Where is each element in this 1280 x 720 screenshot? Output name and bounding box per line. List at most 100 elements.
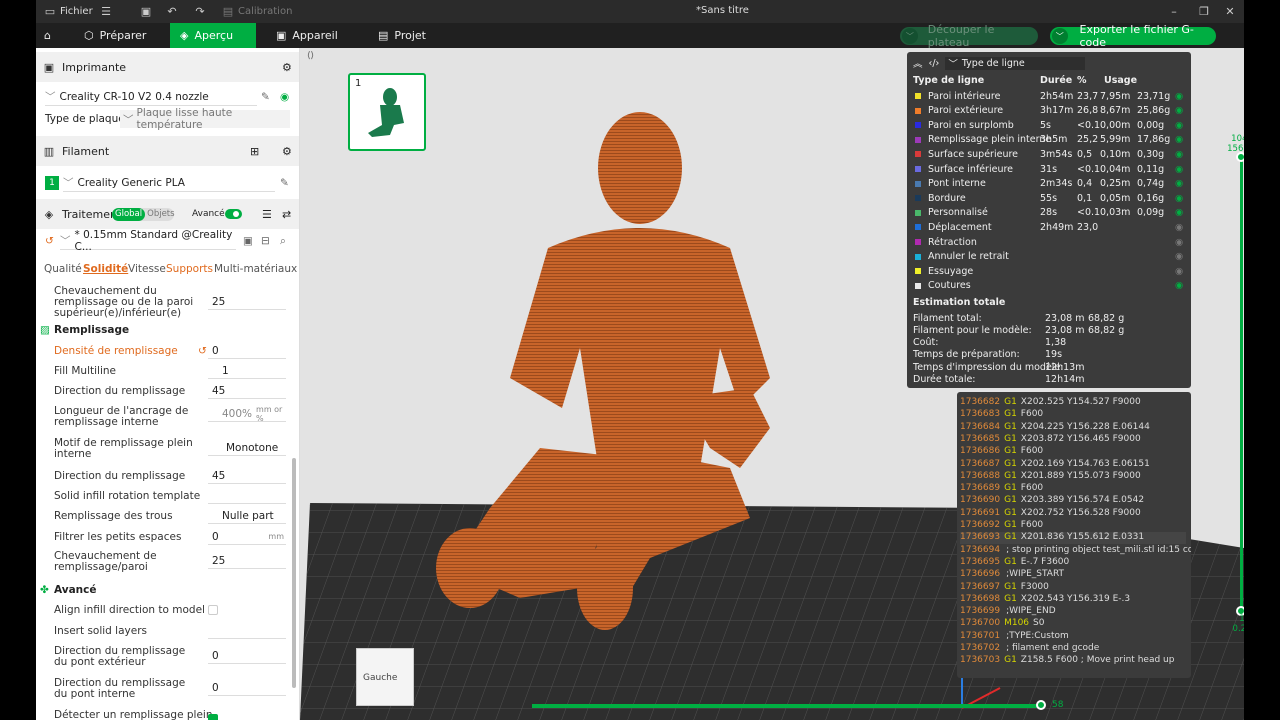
legend-row[interactable]: Rétraction ◉ — [913, 235, 1185, 249]
process-preset-select[interactable]: ﹀ * 0.15mm Standard @Creality C... — [60, 229, 236, 253]
gcode-line[interactable]: 1736700 M106 S0 — [960, 618, 1045, 630]
global-option[interactable]: Global — [112, 207, 146, 221]
printer-select[interactable]: ﹀ Creality CR-10 V2 0.4 nozzle ✎ ◉ — [36, 88, 299, 106]
gcode-line[interactable]: 1736702 ; filament end gcode — [960, 643, 1099, 655]
layer-slider-top-handle[interactable] — [1236, 152, 1244, 162]
legend-row[interactable]: Pont interne 2m34s 0,4 0,25m 0,74g ◉ — [913, 177, 1185, 191]
legend-row[interactable]: Annuler le retrait ◉ — [913, 250, 1185, 264]
redo-button[interactable]: ↷ — [194, 5, 206, 18]
gcode-line[interactable]: 1736686 G1 F600 — [960, 446, 1043, 458]
gcode-line[interactable]: 1736687 G1 X202.169 Y154.763 E.06151 — [960, 459, 1150, 471]
gcode-line[interactable]: 1736703 G1 Z158.5 F600 ; Move print head u… — [960, 655, 1174, 667]
bridge-ext-field[interactable]: 0 — [208, 648, 286, 664]
reset-icon[interactable]: ↺ — [198, 345, 207, 357]
plate-thumbnail[interactable]: 1 — [348, 73, 426, 151]
gcode-line[interactable]: 1736701 ;TYPE:Custom — [960, 631, 1069, 643]
tab-speed[interactable]: Vitesse — [128, 263, 166, 275]
insert-field[interactable] — [208, 623, 286, 639]
legend-row[interactable]: Paroi extérieure 3h17m 26,8 8,67m 25,86g ◉ — [913, 104, 1185, 118]
tab-project[interactable]: ▤ Projet — [368, 23, 436, 48]
calibration-menu[interactable]: ▤ Calibration — [222, 5, 293, 18]
filament-select[interactable]: 1 ﹀ Creality Generic PLA ✎ — [36, 174, 299, 192]
move-slider-track[interactable] — [532, 704, 1044, 708]
save-button[interactable]: ▣ — [140, 5, 152, 18]
tab-preview[interactable]: ◈ Aperçu — [170, 23, 256, 48]
visibility-eye-icon[interactable]: ◉ — [1175, 266, 1183, 277]
visibility-eye-icon[interactable]: ◉ — [1175, 280, 1183, 291]
gcode-line[interactable]: 1736697 G1 F3000 — [960, 582, 1049, 594]
overlap-field[interactable]: 25 — [208, 294, 286, 310]
gcode-line[interactable]: 1736689 G1 F600 — [960, 483, 1043, 495]
tab-supports[interactable]: Supports — [166, 263, 213, 275]
legend-row[interactable]: Paroi en surplomb 5s <0.1 0,00m 0,00g ◉ — [913, 118, 1185, 132]
tab-prepare[interactable]: ⬡ Préparer — [74, 23, 156, 48]
collapse-icon[interactable]: ︽ — [913, 56, 923, 70]
gcode-line[interactable]: 1736695 G1 E-.7 F3600 — [960, 557, 1069, 569]
legend-row[interactable]: Coutures ◉ — [913, 279, 1185, 293]
legend-row[interactable]: Déplacement 2h49m 23,0 ◉ — [913, 220, 1185, 234]
visibility-eye-icon[interactable]: ◉ — [1175, 149, 1183, 160]
detect-checkbox[interactable] — [208, 714, 218, 720]
align-checkbox[interactable] — [208, 605, 218, 615]
close-button[interactable]: ✕ — [1224, 5, 1236, 18]
list-icon[interactable]: ☰ — [262, 208, 272, 221]
layer-slider-track[interactable] — [1240, 156, 1243, 612]
wifi-icon[interactable]: ◉ — [280, 91, 289, 103]
visibility-eye-icon[interactable]: ◉ — [1175, 178, 1183, 189]
export-gcode-button[interactable]: ﹀ Exporter le fichier G-code — [1050, 23, 1216, 49]
gcode-line[interactable]: 1736690 G1 X203.389 Y156.574 E.0542 — [960, 495, 1144, 507]
legend-row[interactable]: Surface inférieure 31s <0.1 0,04m 0,11g ◉ — [913, 162, 1185, 176]
objects-option[interactable]: Objets — [145, 209, 174, 219]
gcode-line[interactable]: 1736693 G1 X201.836 Y155.612 E.0331 — [960, 532, 1186, 545]
advanced-toggle[interactable] — [225, 209, 242, 219]
settings-sliders-icon[interactable]: ⚙ — [282, 145, 292, 158]
tab-device[interactable]: ▣ Appareil — [266, 23, 348, 48]
tab-quality[interactable]: Qualité — [44, 263, 82, 275]
chevron-down-icon[interactable]: ﹀ — [902, 28, 918, 44]
add-filament-icon[interactable]: ⊞ — [250, 145, 259, 158]
wall-overlap-field[interactable]: 25 — [208, 553, 286, 569]
visibility-eye-icon[interactable]: ◉ — [1175, 237, 1183, 248]
edit-icon[interactable]: ✎ — [261, 91, 270, 103]
filter-field[interactable]: 0 mm — [208, 529, 286, 545]
slice-plate-button[interactable]: ﹀ Découper le plateau — [900, 23, 1038, 49]
legend-type-select[interactable]: ﹀ Type de ligne — [945, 56, 1086, 70]
fill-multiline-field[interactable]: 1 — [208, 363, 286, 379]
gcode-line[interactable]: 1736694 ; stop printing object test_mili.… — [960, 545, 1191, 557]
visibility-eye-icon[interactable]: ◉ — [1175, 222, 1183, 233]
code-icon[interactable]: ‹/› — [929, 58, 940, 69]
legend-row[interactable]: Bordure 55s 0,1 0,05m 0,16g ◉ — [913, 191, 1185, 205]
gcode-line[interactable]: 1736684 G1 X204.225 Y156.228 E.06144 — [960, 422, 1150, 434]
save-preset-icon[interactable]: ▣ — [243, 235, 253, 247]
gcode-line[interactable]: 1736683 G1 F600 — [960, 409, 1043, 421]
menu-button[interactable]: ☰ — [100, 5, 112, 18]
gcode-line[interactable]: 1736682 G1 X202.525 Y154.527 F9000 — [960, 397, 1141, 409]
visibility-eye-icon[interactable]: ◉ — [1175, 120, 1183, 131]
gcode-line[interactable]: 1736692 G1 F600 — [960, 520, 1043, 532]
view-cube[interactable]: Gauche — [356, 648, 414, 706]
visibility-eye-icon[interactable]: ◉ — [1175, 193, 1183, 204]
compare-icon[interactable]: ⇄ — [282, 208, 291, 221]
legend-row[interactable]: Remplissage plein interne 3h5m 25,2 5,99m 17… — [913, 133, 1185, 147]
chevron-down-icon[interactable]: ﹀ — [1052, 28, 1068, 44]
rotation-field[interactable] — [208, 488, 286, 504]
collapse-sidebar-button[interactable]: ⟨⟩ — [307, 51, 314, 61]
plate-type-select[interactable]: ﹀ Plaque lisse haute température — [120, 107, 290, 131]
minimize-button[interactable]: – — [1168, 5, 1180, 18]
search-icon[interactable]: ⌕ — [280, 235, 286, 248]
tab-strength[interactable]: Solidité — [83, 263, 128, 275]
maximize-button[interactable]: ❐ — [1198, 5, 1210, 18]
visibility-eye-icon[interactable]: ◉ — [1175, 207, 1183, 218]
density-field[interactable]: 0 — [208, 343, 286, 359]
undo-button[interactable]: ↶ — [166, 5, 178, 18]
visibility-eye-icon[interactable]: ◉ — [1175, 164, 1183, 175]
sidebar-scrollbar[interactable] — [292, 458, 296, 688]
reset-icon[interactable]: ↺ — [45, 235, 54, 247]
visibility-eye-icon[interactable]: ◉ — [1175, 105, 1183, 116]
tab-multimaterial[interactable]: Multi-matériaux — [214, 263, 297, 275]
edit-icon[interactable]: ✎ — [280, 177, 289, 189]
move-slider-handle[interactable] — [1036, 700, 1046, 710]
gcode-line[interactable]: 1736699 ;WIPE_END — [960, 606, 1056, 618]
visibility-eye-icon[interactable]: ◉ — [1175, 251, 1183, 262]
bridge-int-field[interactable]: 0 — [208, 680, 286, 696]
